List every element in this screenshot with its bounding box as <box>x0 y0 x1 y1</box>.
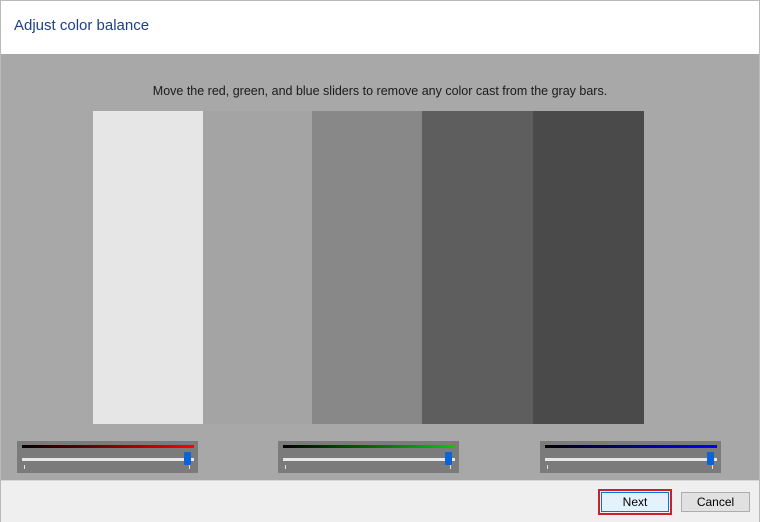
red-tick-min <box>24 465 25 469</box>
green-slider-track[interactable] <box>283 458 455 461</box>
gray-bar-5 <box>533 111 644 424</box>
instruction-text: Move the red, green, and blue sliders to… <box>152 84 608 98</box>
gray-bar-1 <box>93 111 203 424</box>
red-gradient <box>22 445 194 448</box>
green-tick-max <box>450 465 451 469</box>
gray-bars <box>93 111 644 424</box>
red-slider[interactable] <box>17 441 198 473</box>
content-area: Move the red, green, and blue sliders to… <box>1 54 759 480</box>
red-slider-thumb[interactable] <box>184 452 191 465</box>
green-gradient <box>283 445 455 448</box>
blue-slider[interactable] <box>540 441 721 473</box>
gray-bar-2 <box>203 111 312 424</box>
next-button[interactable]: Next <box>598 489 672 515</box>
blue-slider-thumb[interactable] <box>707 452 714 465</box>
green-slider[interactable] <box>278 441 459 473</box>
red-slider-track[interactable] <box>22 458 194 461</box>
red-tick-max <box>189 465 190 469</box>
page-title: Adjust color balance <box>14 17 150 34</box>
cancel-button[interactable]: Cancel <box>681 492 750 512</box>
blue-tick-max <box>712 465 713 469</box>
blue-gradient <box>545 445 717 448</box>
blue-slider-track[interactable] <box>545 458 717 461</box>
gray-bar-3 <box>312 111 422 424</box>
gray-bar-4 <box>422 111 533 424</box>
window-header: Adjust color balance <box>1 1 759 54</box>
blue-tick-min <box>547 465 548 469</box>
green-slider-thumb[interactable] <box>445 452 452 465</box>
color-balance-window: Adjust color balance Move the red, green… <box>0 0 760 522</box>
green-tick-min <box>285 465 286 469</box>
dialog-footer: Next Cancel <box>1 480 759 522</box>
